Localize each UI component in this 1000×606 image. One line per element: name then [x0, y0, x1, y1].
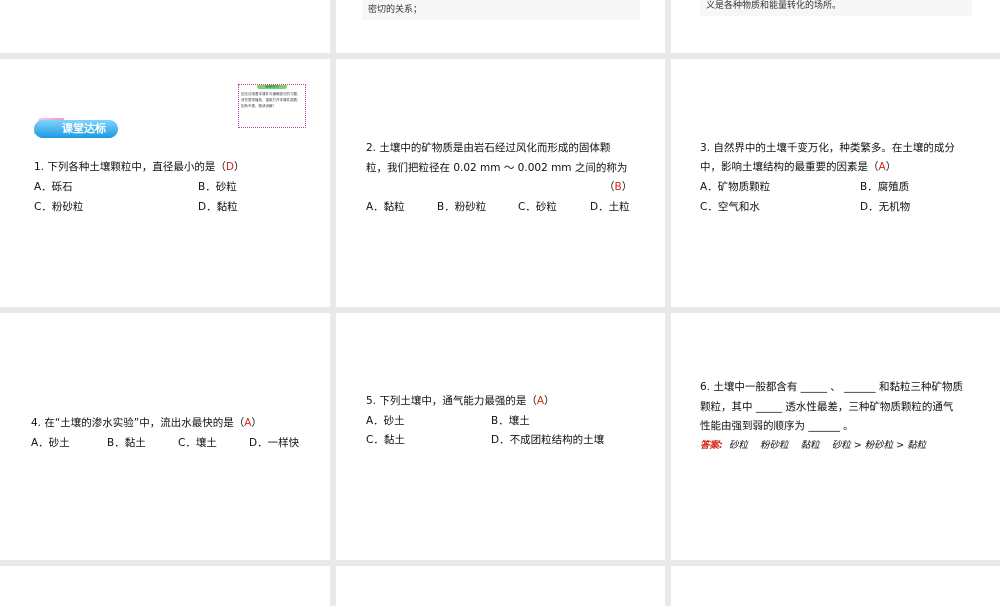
option: B．砂粒: [198, 181, 237, 193]
question: 1. 下列各种土壤颗粒中，直径最小的是（D）: [34, 161, 245, 173]
option: A．砂土: [366, 415, 405, 427]
option: A．砂土: [31, 437, 70, 449]
question: 6. 土壤中一般都含有 _____ 、 ______ 和黏粒三种矿物质: [700, 381, 963, 393]
tip-text: 如无法观看本课件可编辑部分的习题，请先暂停播放，重新打开本课件观看，如有不便，敬…: [241, 92, 301, 108]
slide-thumbnail[interactable]: 义是各种物质和能量转化的场所。: [671, 0, 1000, 53]
option: B．黏土: [107, 437, 146, 449]
question: 颗粒，其中 _____ 透水性最差，三种矿物质颗粒的通气: [700, 401, 954, 413]
question: 性能由强到弱的顺序为 ______ 。: [700, 420, 854, 432]
option: B．粉砂粒: [437, 201, 487, 213]
question: 3. 自然界中的土壤千变万化，种类繁多。在土壤的成分: [700, 142, 955, 154]
option: C．黏土: [366, 434, 405, 446]
slide-thumbnail[interactable]: [336, 566, 665, 606]
answer: （B）: [604, 181, 633, 193]
tip-title: 温馨提示: [257, 85, 287, 89]
slide-thumbnail[interactable]: [0, 566, 330, 606]
question: 4. 在“土壤的渗水实验”中，流出水最快的是（A）: [31, 417, 262, 429]
slide-thumbnail[interactable]: [0, 0, 330, 53]
option: D．黏粒: [198, 201, 238, 213]
option: B．腐殖质: [860, 181, 910, 193]
tip-box: 温馨提示如无法观看本课件可编辑部分的习题，请先暂停播放，重新打开本课件观看，如有…: [238, 84, 306, 128]
option: A．黏粒: [366, 201, 405, 213]
option: D．无机物: [860, 201, 911, 213]
slide-thumbnail[interactable]: [671, 566, 1000, 606]
question: 5. 下列土壤中，通气能力最强的是（A）: [366, 395, 555, 407]
option: A．矿物质颗粒: [700, 181, 771, 193]
slide-thumbnail[interactable]: 密切的关系；: [336, 0, 665, 53]
option: A．砾石: [34, 181, 73, 193]
section-badge: 课堂达标: [34, 120, 118, 138]
question: 粒，我们把粒径在 0.02 mm ～ 0.002 mm 之间的称为: [366, 162, 628, 174]
option: D．一样快: [249, 437, 300, 449]
option: C．壤土: [178, 437, 217, 449]
slide-thumbnail[interactable]: [671, 313, 1000, 560]
text-box: 密切的关系；: [362, 0, 640, 20]
option: B．壤土: [491, 415, 530, 427]
option: C．空气和水: [700, 201, 760, 213]
option: C．粉砂粒: [34, 201, 84, 213]
question: 2. 土壤中的矿物质是由岩石经过风化而形成的固体颗: [366, 142, 611, 154]
option: C．砂粒: [518, 201, 557, 213]
text-box: 义是各种物质和能量转化的场所。: [700, 0, 972, 16]
option: D．土粒: [590, 201, 630, 213]
answer: 答案: 砂粒 粉砂粒 黏粒 砂粒 > 粉砂粒 > 黏粒: [700, 440, 927, 451]
option: D．不成团粒结构的土壤: [491, 434, 605, 446]
question: 中，影响土壤结构的最重要的因素是（A）: [700, 161, 897, 173]
